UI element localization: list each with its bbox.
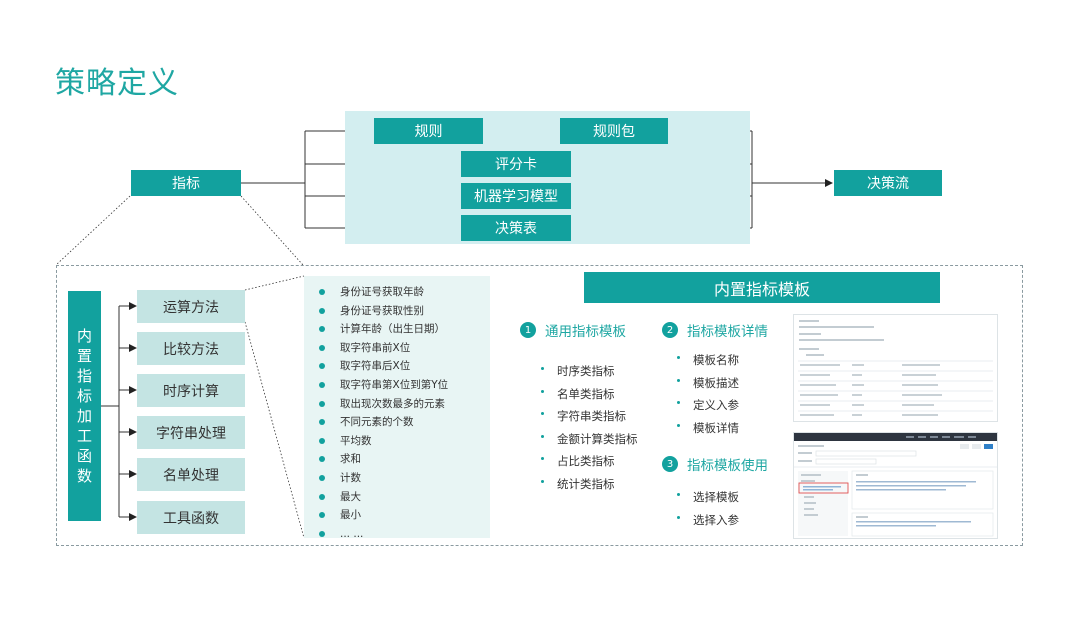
function-box-tools[interactable]: 工具函数 <box>137 501 245 534</box>
list-item: 计数 <box>316 469 490 488</box>
list-item: 不同元素的个数 <box>316 413 490 432</box>
node-rule-pack[interactable]: 规则包 <box>560 118 668 144</box>
list-item: 取字符串后X位 <box>316 357 490 376</box>
node-ml-model[interactable]: 机器学习模型 <box>461 183 571 209</box>
node-indicator[interactable]: 指标 <box>131 170 241 196</box>
section-number-3: 3 <box>662 456 678 472</box>
list-item: 模板详情 <box>676 417 739 440</box>
list-item: 求和 <box>316 450 490 469</box>
template-section-title: 内置指标模板 <box>584 272 940 303</box>
list-item: 模板名称 <box>676 349 739 372</box>
section-number-1: 1 <box>520 322 536 338</box>
list-item: 字符串类指标 <box>540 405 638 428</box>
function-box-string[interactable]: 字符串处理 <box>137 416 245 449</box>
list-item: 平均数 <box>316 432 490 451</box>
section-title-3: 指标模板使用 <box>687 458 768 474</box>
function-box-timeseries[interactable]: 时序计算 <box>137 374 245 407</box>
list-item: ... ... <box>316 525 490 544</box>
list-item: 占比类指标 <box>540 450 638 473</box>
list-item: 选择模板 <box>676 486 739 509</box>
section-template-usage: 3 指标模板使用 <box>662 454 768 474</box>
list-item: 身份证号获取年龄 <box>316 283 490 302</box>
list-item: 时序类指标 <box>540 360 638 383</box>
builtin-functions-title: 内置指标加工函数 <box>76 327 92 485</box>
zoom-line-left <box>55 195 131 266</box>
list-item: 取出现次数最多的元素 <box>316 395 490 414</box>
list-item: 最小 <box>316 506 490 525</box>
node-decision-flow[interactable]: 决策流 <box>834 170 942 196</box>
section-title-2: 指标模板详情 <box>687 324 768 340</box>
general-template-list: 时序类指标 名单类指标 字符串类指标 金额计算类指标 占比类指标 统计类指标 <box>540 360 638 495</box>
list-item: 选择入参 <box>676 509 739 532</box>
list-item: 计算年龄（出生日期） <box>316 320 490 339</box>
template-usage-screenshot-image <box>794 433 997 537</box>
template-detail-screenshot <box>793 314 998 422</box>
list-item: 金额计算类指标 <box>540 428 638 451</box>
node-rule[interactable]: 规则 <box>374 118 483 144</box>
function-box-compare[interactable]: 比较方法 <box>137 332 245 365</box>
list-item: 名单类指标 <box>540 383 638 406</box>
section-number-2: 2 <box>662 322 678 338</box>
operation-list-panel: 身份证号获取年龄 身份证号获取性别 计算年龄（出生日期） 取字符串前X位 取字符… <box>304 276 490 540</box>
node-decision-table[interactable]: 决策表 <box>461 215 571 241</box>
list-item: 模板描述 <box>676 372 739 395</box>
template-detail-screenshot-image <box>798 320 993 416</box>
section-title-1: 通用指标模板 <box>545 324 626 340</box>
zoom-line-right <box>240 195 304 266</box>
list-item: 最大 <box>316 488 490 507</box>
section-general-templates: 1 通用指标模板 <box>520 320 626 340</box>
list-item: 取字符串前X位 <box>316 339 490 358</box>
template-detail-list: 模板名称 模板描述 定义入参 模板详情 <box>676 349 739 440</box>
template-usage-list: 选择模板 选择入参 <box>676 486 739 532</box>
list-item: 身份证号获取性别 <box>316 302 490 321</box>
section-template-detail: 2 指标模板详情 <box>662 320 768 340</box>
function-box-namelist[interactable]: 名单处理 <box>137 458 245 491</box>
builtin-functions-box: 内置指标加工函数 <box>68 291 101 521</box>
list-item: 取字符串第X位到第Y位 <box>316 376 490 395</box>
function-box-arithmetic[interactable]: 运算方法 <box>137 290 245 323</box>
template-usage-screenshot <box>793 432 998 539</box>
node-scorecard[interactable]: 评分卡 <box>461 151 571 177</box>
list-item: 定义入参 <box>676 394 739 417</box>
list-item: 统计类指标 <box>540 473 638 496</box>
